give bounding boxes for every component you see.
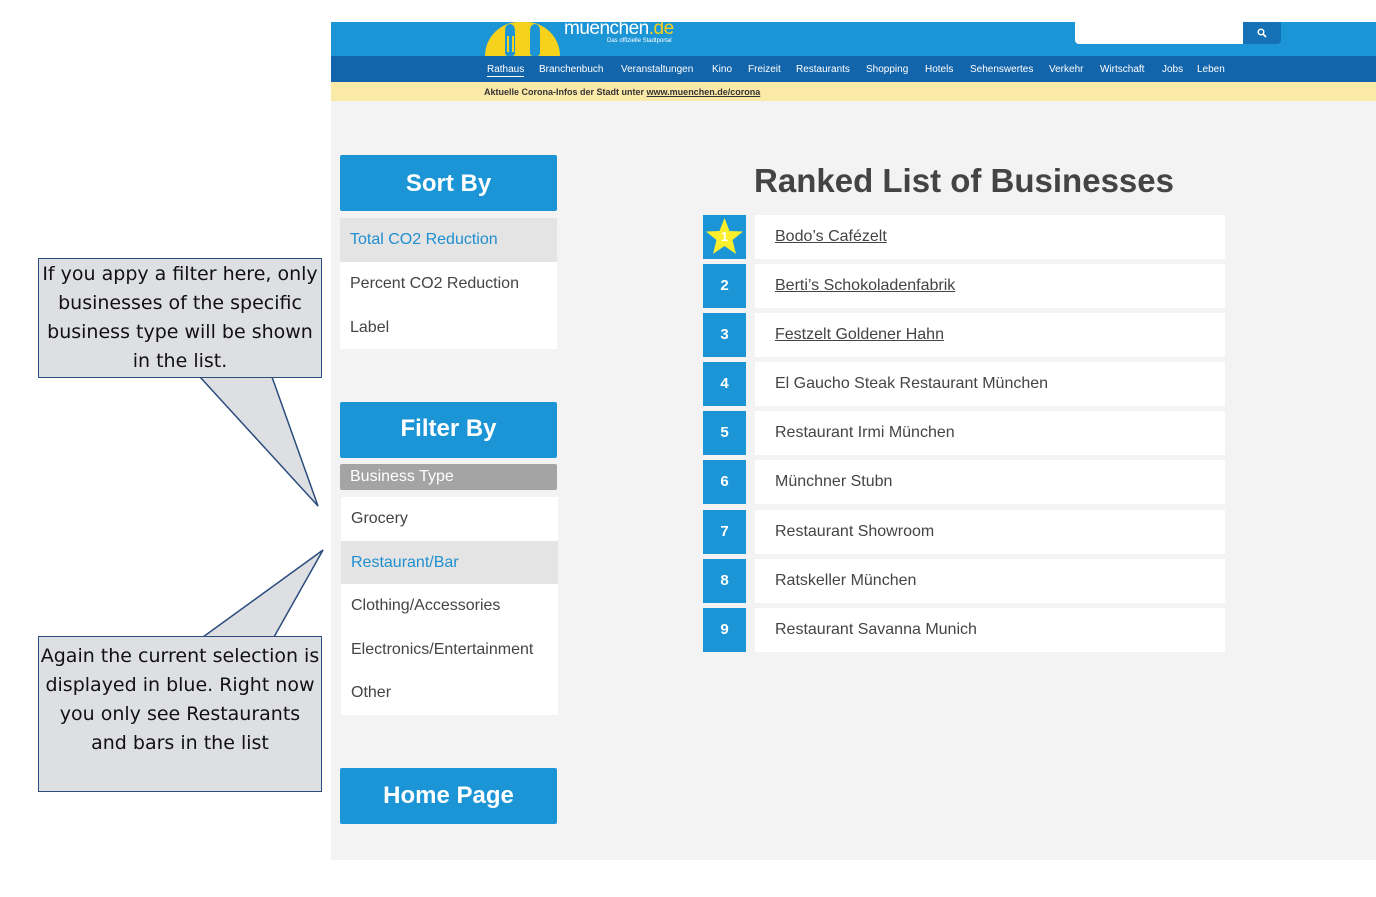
selection-callout-pointer [200,549,324,638]
selection-explanation-callout: Again the current selection is displayed… [38,636,322,792]
filter-callout-pointer [198,376,319,507]
filter-explanation-callout: If you appy a filter here, only business… [38,258,322,378]
